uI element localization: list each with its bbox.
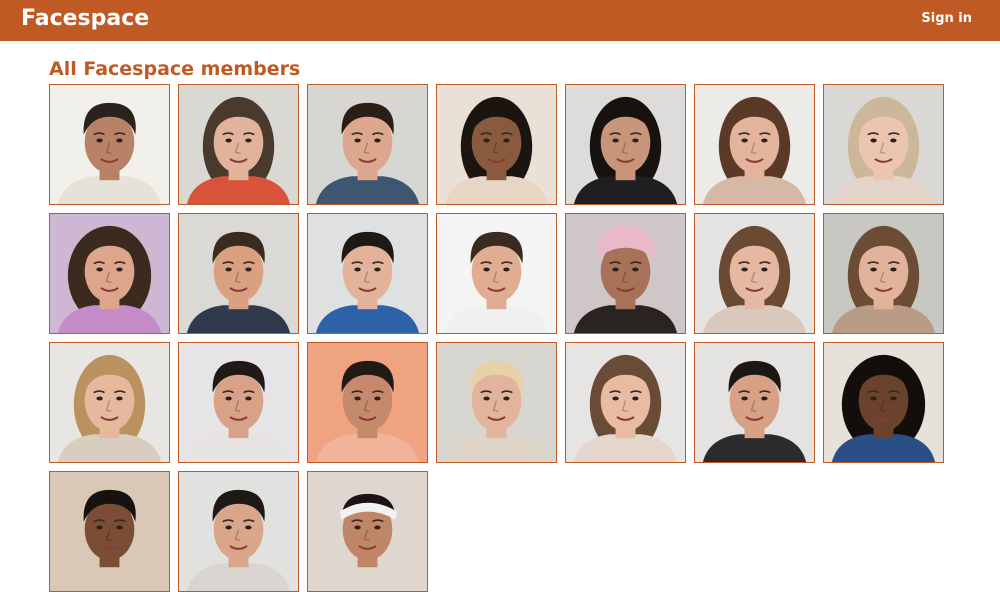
member-avatar xyxy=(308,214,427,333)
page-title: All Facespace members xyxy=(49,58,301,80)
member-avatar xyxy=(179,472,298,591)
member-photo[interactable] xyxy=(49,213,170,334)
member-photo[interactable] xyxy=(49,471,170,592)
member-avatar xyxy=(308,343,427,462)
member-avatar xyxy=(695,214,814,333)
member-avatar xyxy=(50,343,169,462)
member-photo[interactable] xyxy=(823,213,944,334)
member-avatar xyxy=(695,85,814,204)
member-avatar xyxy=(824,214,943,333)
member-photo[interactable] xyxy=(565,84,686,205)
sign-in-link[interactable]: Sign in xyxy=(921,11,972,26)
member-avatar xyxy=(437,214,556,333)
member-photo[interactable] xyxy=(307,471,428,592)
member-photo[interactable] xyxy=(178,342,299,463)
member-avatar xyxy=(308,85,427,204)
member-avatar xyxy=(179,343,298,462)
member-avatar xyxy=(695,343,814,462)
member-photo[interactable] xyxy=(307,213,428,334)
members-grid xyxy=(49,84,949,592)
member-avatar xyxy=(179,85,298,204)
member-photo[interactable] xyxy=(694,342,815,463)
member-avatar xyxy=(566,85,685,204)
member-avatar xyxy=(566,343,685,462)
member-photo[interactable] xyxy=(178,213,299,334)
member-photo[interactable] xyxy=(307,84,428,205)
member-avatar xyxy=(50,85,169,204)
member-avatar xyxy=(437,343,556,462)
member-photo[interactable] xyxy=(565,342,686,463)
member-photo[interactable] xyxy=(436,213,557,334)
member-avatar xyxy=(437,85,556,204)
member-photo[interactable] xyxy=(565,213,686,334)
facespace-logo[interactable]: Facespace xyxy=(21,3,149,35)
member-photo[interactable] xyxy=(307,342,428,463)
member-photo[interactable] xyxy=(49,342,170,463)
member-avatar xyxy=(179,214,298,333)
member-avatar xyxy=(824,85,943,204)
member-photo[interactable] xyxy=(694,84,815,205)
member-photo[interactable] xyxy=(436,84,557,205)
member-avatar xyxy=(824,343,943,462)
member-photo[interactable] xyxy=(178,471,299,592)
member-photo[interactable] xyxy=(178,84,299,205)
member-avatar xyxy=(308,472,427,591)
member-photo[interactable] xyxy=(694,213,815,334)
member-avatar xyxy=(50,472,169,591)
member-photo[interactable] xyxy=(49,84,170,205)
top-navbar: Facespace Sign in xyxy=(0,0,1000,41)
member-photo[interactable] xyxy=(436,342,557,463)
member-photo[interactable] xyxy=(823,84,944,205)
member-avatar xyxy=(50,214,169,333)
member-avatar xyxy=(566,214,685,333)
member-photo[interactable] xyxy=(823,342,944,463)
